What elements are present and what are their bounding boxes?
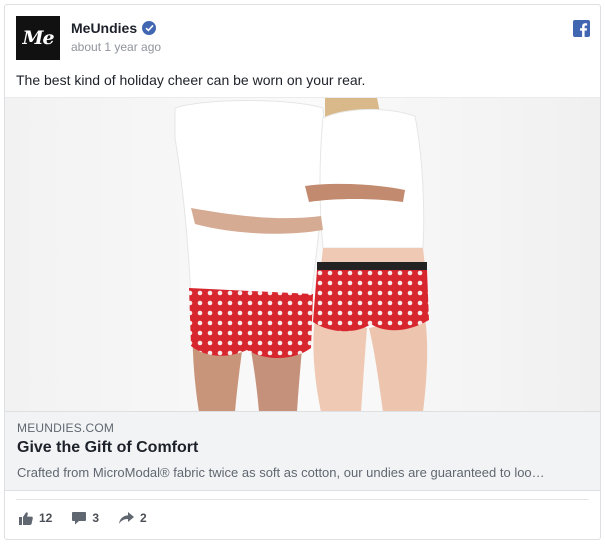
- comment-icon: [72, 511, 87, 525]
- link-domain: MEUNDIES.COM: [17, 421, 115, 435]
- share-icon: [119, 512, 135, 524]
- post-card: Me MeUndies about 1 year ago The best ki…: [4, 4, 601, 540]
- post-text: The best kind of holiday cheer can be wo…: [16, 72, 366, 88]
- share-action[interactable]: 2: [119, 511, 147, 525]
- post-actions: 12 3 2: [19, 511, 147, 525]
- like-count: 12: [39, 511, 53, 525]
- share-count: 2: [140, 511, 147, 525]
- link-title[interactable]: Give the Gift of Comfort: [17, 439, 198, 457]
- link-preview[interactable]: MEUNDIES.COM Give the Gift of Comfort Cr…: [5, 411, 600, 491]
- avatar-logo: Me: [22, 27, 54, 49]
- post-header: Me MeUndies about 1 year ago: [16, 16, 591, 60]
- post-image[interactable]: [5, 97, 600, 411]
- like-action[interactable]: 12: [19, 511, 52, 525]
- verified-badge-icon: [142, 21, 157, 35]
- like-icon: [19, 511, 33, 525]
- page-avatar[interactable]: Me: [16, 16, 60, 60]
- facebook-icon[interactable]: [573, 20, 590, 37]
- post-timestamp[interactable]: about 1 year ago: [71, 40, 161, 54]
- link-description: Crafted from MicroModal® fabric twice as…: [17, 465, 545, 480]
- footer-divider: [16, 499, 589, 500]
- comment-count: 3: [92, 511, 100, 525]
- page-name-row: MeUndies: [71, 20, 157, 36]
- comment-action[interactable]: 3: [72, 511, 99, 525]
- page-name[interactable]: MeUndies: [71, 20, 137, 36]
